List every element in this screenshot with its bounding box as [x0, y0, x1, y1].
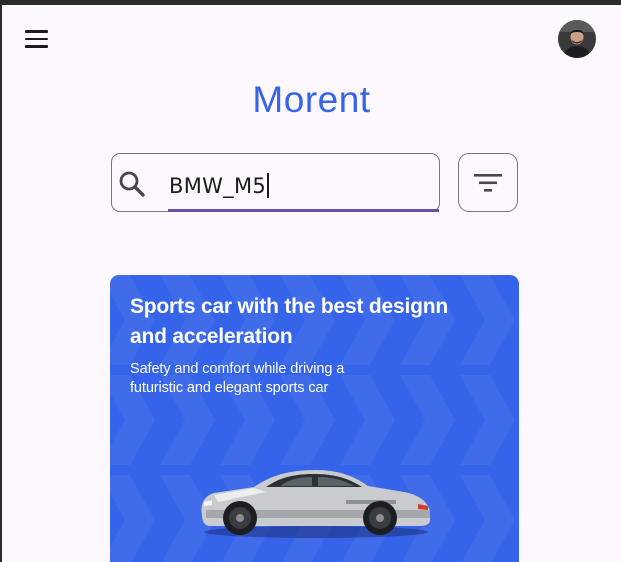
search-focus-indicator [168, 209, 439, 212]
app-screen: Morent BMW_M5 Sports car with the best d… [2, 5, 621, 562]
user-avatar[interactable] [558, 20, 596, 58]
promo-subtitle: Safety and comfort while driving a futur… [130, 361, 345, 396]
search-value[interactable]: BMW_M5 [169, 173, 270, 198]
brand-title: Morent [252, 79, 371, 120]
promo-card[interactable]: Sports car with the best designn and acc… [110, 275, 519, 562]
text-caret [267, 173, 270, 198]
menu-line [25, 37, 48, 41]
filter-button[interactable] [458, 153, 518, 212]
menu-line [25, 30, 48, 33]
hamburger-menu-icon[interactable] [22, 26, 52, 52]
filter-icon [474, 173, 502, 192]
search-icon[interactable] [117, 169, 147, 199]
search-input[interactable]: BMW_M5 [111, 153, 440, 212]
avatar-photo [558, 20, 596, 58]
promo-title: Sports car with the best designn and acc… [130, 295, 448, 348]
menu-line [25, 45, 48, 48]
sports-car-image [201, 470, 430, 538]
